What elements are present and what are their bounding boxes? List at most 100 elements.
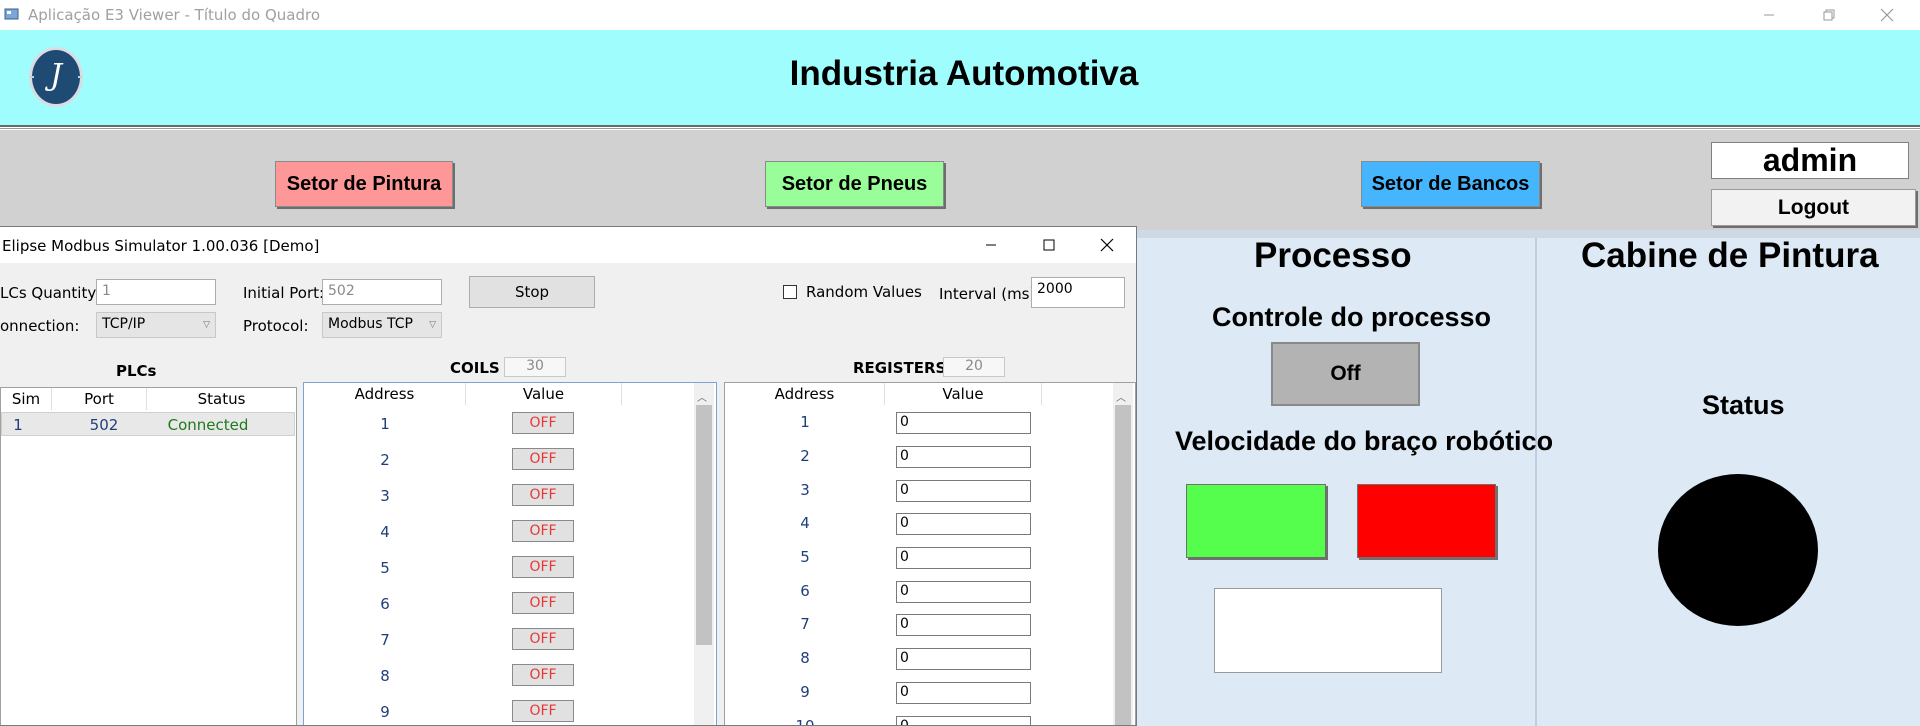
- connection-label: onnection:: [0, 317, 80, 335]
- register-value-input[interactable]: 0: [896, 513, 1031, 535]
- random-values-checkbox[interactable]: [783, 285, 797, 299]
- register-address: 3: [800, 481, 810, 499]
- register-address: 9: [800, 683, 810, 701]
- initial-port-input[interactable]: 502: [322, 279, 442, 305]
- process-heading: Processo: [1254, 236, 1412, 275]
- register-value-input[interactable]: 0: [896, 648, 1031, 670]
- scroll-up-icon[interactable]: ︿: [1116, 389, 1126, 404]
- register-address: 5: [800, 548, 810, 566]
- restore-icon: [1823, 9, 1835, 21]
- sector-pneus-button[interactable]: Setor de Pneus: [765, 161, 944, 207]
- coils-header: COILS: [450, 359, 500, 377]
- maximize-icon: [1043, 239, 1055, 251]
- speed-increase-button[interactable]: [1186, 484, 1326, 558]
- scrollbar-thumb[interactable]: [696, 405, 712, 645]
- divider: [0, 125, 1920, 127]
- app-icon: [4, 8, 19, 20]
- modbus-maximize-button[interactable]: [1020, 227, 1078, 263]
- close-button[interactable]: [1858, 0, 1916, 30]
- registers-count: 20: [943, 357, 1005, 377]
- register-value-input[interactable]: 0: [896, 716, 1031, 725]
- plcs-grid: Sim Port Status 1 502 Connected: [0, 387, 297, 725]
- coils-grid: Address Value ︿ 1 OFF 2 OFF 3 OFF 4 OFF …: [303, 382, 717, 725]
- restore-button[interactable]: [1800, 0, 1858, 30]
- coils-scrollbar[interactable]: ︿: [694, 383, 714, 725]
- coil-toggle-button[interactable]: OFF: [512, 520, 574, 542]
- plc-port: 502: [89, 416, 119, 434]
- initial-port-label: Initial Port:: [243, 284, 325, 302]
- registers-grid: Address Value ︿ 1 0 2 0 3 0 4 0 5 0 6 0: [724, 382, 1136, 726]
- minimize-icon: [986, 244, 996, 246]
- modbus-minimize-button[interactable]: [962, 227, 1020, 263]
- coils-col-value[interactable]: Value: [466, 383, 622, 405]
- coils-count: 30: [504, 357, 566, 377]
- app-title: Aplicação E3 Viewer - Título do Quadro: [28, 6, 321, 24]
- plcs-header: PLCs: [116, 362, 157, 380]
- logout-button[interactable]: Logout: [1711, 189, 1916, 226]
- close-icon: [1100, 238, 1114, 252]
- register-address: 1: [800, 413, 810, 431]
- coil-address: 6: [380, 595, 390, 613]
- status-label: Status: [1702, 390, 1785, 420]
- register-address: 2: [800, 447, 810, 465]
- plcs-col-port[interactable]: Port: [52, 388, 147, 410]
- coil-toggle-button[interactable]: OFF: [512, 664, 574, 686]
- plcs-quantity-label: LCs Quantity:: [0, 284, 101, 302]
- register-value-input[interactable]: 0: [896, 614, 1031, 636]
- coil-toggle-button[interactable]: OFF: [512, 592, 574, 614]
- close-icon: [1880, 8, 1894, 22]
- status-indicator: [1658, 474, 1818, 626]
- protocol-label: Protocol:: [243, 317, 309, 335]
- register-address: 4: [800, 514, 810, 532]
- register-value-input[interactable]: 0: [896, 412, 1031, 434]
- interval-label: Interval (ms):: [939, 285, 1041, 303]
- registers-header: REGISTERS: [853, 359, 947, 377]
- register-value-input[interactable]: 0: [896, 446, 1031, 468]
- scroll-up-icon[interactable]: ︿: [697, 389, 707, 404]
- username-display: admin: [1711, 142, 1909, 179]
- page-title: Industria Automotiva: [789, 54, 1139, 93]
- coils-col-address[interactable]: Address: [304, 383, 466, 405]
- process-toggle-button[interactable]: Off: [1271, 342, 1420, 406]
- coil-toggle-button[interactable]: OFF: [512, 484, 574, 506]
- register-value-input[interactable]: 0: [896, 581, 1031, 603]
- modbus-close-button[interactable]: [1078, 227, 1136, 263]
- register-value-input[interactable]: 0: [896, 547, 1031, 569]
- random-values-label: Random Values: [806, 283, 922, 301]
- sector-bancos-button[interactable]: Setor de Bancos: [1361, 161, 1540, 207]
- sector-pintura-button[interactable]: Setor de Pintura: [275, 161, 453, 207]
- modbus-simulator-window: Elipse Modbus Simulator 1.00.036 [Demo] …: [0, 226, 1137, 726]
- registers-scrollbar[interactable]: ︿: [1113, 383, 1133, 725]
- table-row[interactable]: 1 502 Connected: [1, 412, 295, 436]
- plcs-col-sim[interactable]: Sim: [1, 388, 52, 410]
- coil-toggle-button[interactable]: OFF: [512, 448, 574, 470]
- scrollbar-thumb[interactable]: [1115, 405, 1131, 725]
- speed-decrease-button[interactable]: [1357, 484, 1496, 558]
- registers-col-value[interactable]: Value: [885, 383, 1042, 405]
- coil-toggle-button[interactable]: OFF: [512, 412, 574, 434]
- minimize-icon: [1764, 14, 1774, 16]
- coil-address: 3: [380, 487, 390, 505]
- connection-dropdown[interactable]: TCP/IP ▽: [96, 312, 216, 338]
- register-address: 7: [800, 615, 810, 633]
- register-address: 10: [795, 717, 815, 726]
- plcs-col-status[interactable]: Status: [147, 388, 296, 410]
- protocol-value: Modbus TCP: [328, 316, 413, 332]
- coil-toggle-button[interactable]: OFF: [512, 556, 574, 578]
- coil-toggle-button[interactable]: OFF: [512, 700, 574, 722]
- cabin-heading: Cabine de Pintura: [1581, 236, 1879, 275]
- plcs-quantity-input[interactable]: 1: [96, 279, 216, 305]
- minimize-button[interactable]: [1740, 0, 1798, 30]
- register-value-input[interactable]: 0: [896, 480, 1031, 502]
- coil-toggle-button[interactable]: OFF: [512, 628, 574, 650]
- plc-sim: 1: [13, 416, 23, 434]
- interval-input[interactable]: 2000: [1031, 277, 1125, 308]
- coil-address: 4: [380, 523, 390, 541]
- protocol-dropdown[interactable]: Modbus TCP ▽: [322, 312, 442, 338]
- register-value-input[interactable]: 0: [896, 682, 1031, 704]
- stop-button[interactable]: Stop: [469, 276, 595, 308]
- coil-address: 5: [380, 559, 390, 577]
- registers-col-address[interactable]: Address: [725, 383, 885, 405]
- coil-address: 2: [380, 451, 390, 469]
- chevron-down-icon: ▽: [203, 320, 210, 330]
